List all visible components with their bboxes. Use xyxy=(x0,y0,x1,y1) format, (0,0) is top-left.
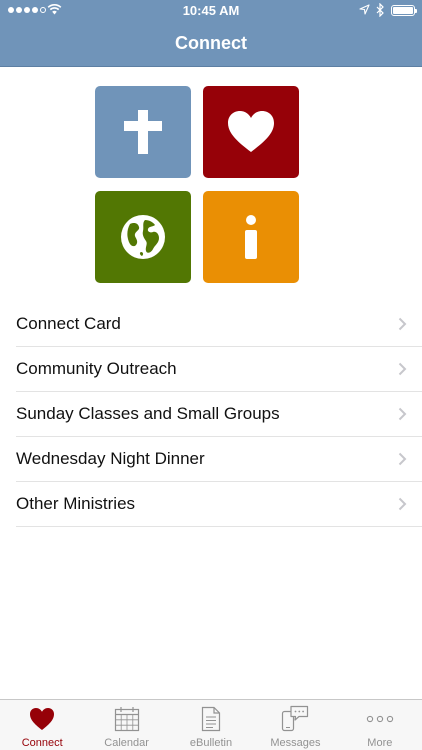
tab-label: Connect xyxy=(21,737,63,749)
tab-calendar[interactable]: Calendar xyxy=(84,700,168,750)
menu-item-other-ministries[interactable]: Other Ministries xyxy=(16,482,422,527)
menu-item-sunday-classes[interactable]: Sunday Classes and Small Groups xyxy=(16,392,422,437)
menu-item-wednesday-night-dinner[interactable]: Wednesday Night Dinner xyxy=(16,437,422,482)
menu-item-connect-card[interactable]: Connect Card xyxy=(16,302,422,347)
tab-ebulletin[interactable]: eBulletin xyxy=(169,700,253,750)
menu-item-community-outreach[interactable]: Community Outreach xyxy=(16,347,422,392)
page-title: Connect xyxy=(175,33,247,53)
chevron-right-icon xyxy=(398,317,407,331)
status-bar: 10:45 AM xyxy=(0,0,422,22)
cross-icon xyxy=(124,110,162,154)
tab-more[interactable]: More xyxy=(338,700,422,750)
tab-label: Calendar xyxy=(104,737,149,749)
info-icon xyxy=(245,215,257,259)
messages-icon xyxy=(282,705,309,732)
menu-list: Connect Card Community Outreach Sunday C… xyxy=(16,302,422,527)
tab-messages[interactable]: Messages xyxy=(253,700,337,750)
globe-tile[interactable] xyxy=(95,191,191,283)
tab-bar: Connect Calendar eBulletin Messages More xyxy=(0,699,422,750)
tab-label: More xyxy=(367,737,393,749)
navigation-header: 10:45 AM Connect xyxy=(0,0,422,67)
document-icon xyxy=(201,706,221,731)
globe-icon xyxy=(121,215,165,259)
heart-icon xyxy=(228,111,274,152)
heart-tile[interactable] xyxy=(203,86,299,178)
bluetooth-icon xyxy=(376,3,384,17)
chevron-right-icon xyxy=(398,407,407,421)
menu-item-label: Community Outreach xyxy=(16,359,177,378)
menu-item-label: Sunday Classes and Small Groups xyxy=(16,404,280,423)
chevron-right-icon xyxy=(398,452,407,466)
cross-tile[interactable] xyxy=(95,86,191,178)
tab-connect[interactable]: Connect xyxy=(0,700,84,750)
chevron-right-icon xyxy=(398,362,407,376)
heart-icon xyxy=(30,707,55,730)
battery-icon xyxy=(391,5,417,16)
menu-item-label: Wednesday Night Dinner xyxy=(16,449,205,468)
more-icon xyxy=(366,715,393,722)
tab-label: Messages xyxy=(270,737,321,749)
location-arrow-icon xyxy=(359,4,370,15)
menu-item-label: Other Ministries xyxy=(16,494,136,513)
menu-item-label: Connect Card xyxy=(16,314,121,333)
chevron-right-icon xyxy=(398,497,407,511)
calendar-icon xyxy=(114,706,139,731)
tab-label: eBulletin xyxy=(189,737,233,749)
info-tile[interactable] xyxy=(203,191,299,283)
